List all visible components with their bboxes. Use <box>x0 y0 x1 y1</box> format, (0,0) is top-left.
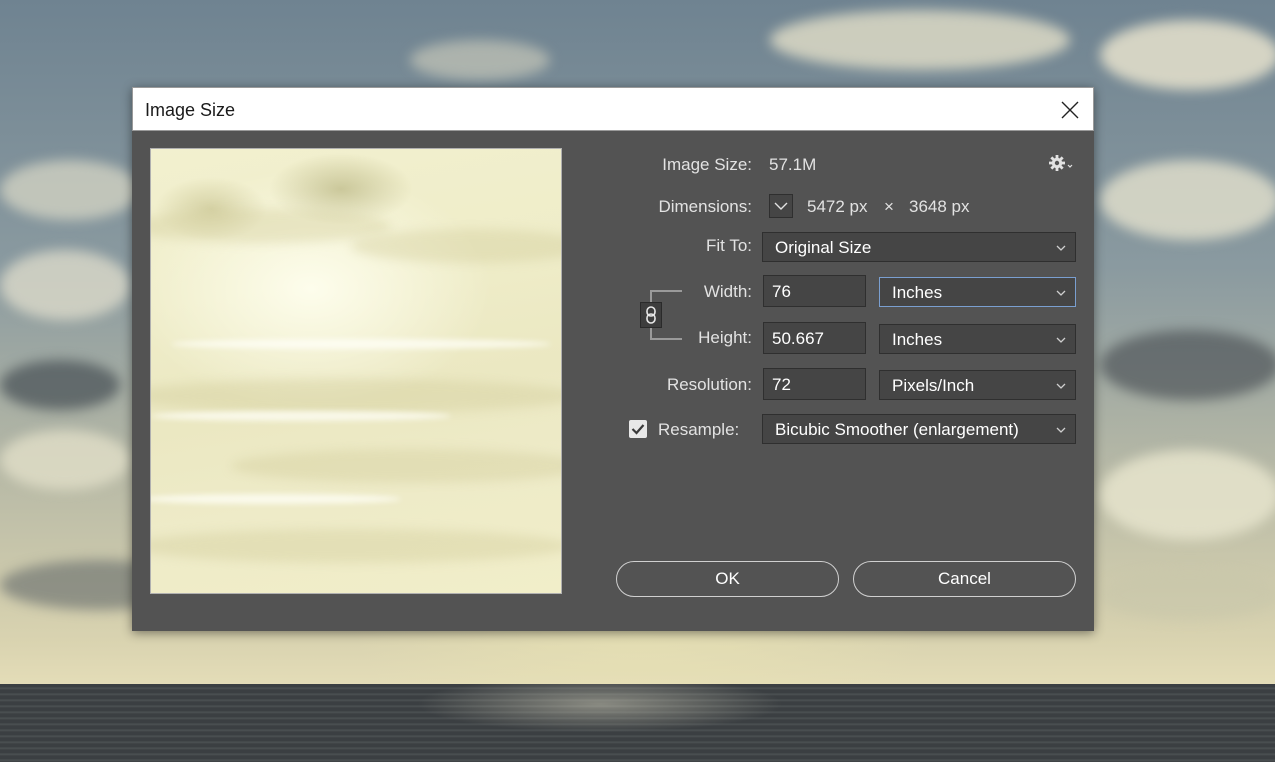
dialog-title: Image Size <box>145 100 236 120</box>
resolution-label: Resolution: <box>666 375 752 394</box>
fit-to-value: Original Size <box>775 238 872 257</box>
resolution-unit-dropdown[interactable]: Pixels/Inch <box>879 370 1076 400</box>
chevron-down-icon <box>774 202 788 210</box>
cloud-band <box>351 229 561 263</box>
resample-method-value: Bicubic Smoother (enlargement) <box>775 420 1019 439</box>
width-label: Width: <box>703 282 752 301</box>
fit-to-label: Fit To: <box>706 236 752 255</box>
dimensions-label: Dimensions: <box>658 197 752 216</box>
chevron-down-icon <box>1056 337 1066 343</box>
resolution-input[interactable]: 72 <box>763 368 866 400</box>
constrain-bracket-bottom <box>650 328 682 340</box>
width-input[interactable]: 76 <box>763 275 866 307</box>
cloud-band <box>151 529 561 563</box>
image-size-dialog: Image Size Image Size: 57.1M Dimensions:… <box>132 87 1094 631</box>
height-unit-dropdown[interactable]: Inches <box>879 324 1076 354</box>
sea <box>0 684 1275 762</box>
cloud <box>770 10 1070 70</box>
height-input[interactable]: 50.667 <box>763 322 866 354</box>
gear-icon <box>1049 155 1073 171</box>
image-size-label: Image Size: <box>662 155 752 174</box>
light-streak <box>171 339 551 349</box>
close-button[interactable] <box>1053 93 1087 127</box>
cloud <box>0 160 140 220</box>
settings-button[interactable] <box>1048 154 1074 174</box>
light-streak <box>151 494 401 504</box>
cloud <box>410 40 550 80</box>
dimensions-units-toggle[interactable] <box>769 194 793 218</box>
constrain-bracket-top <box>650 290 682 302</box>
image-preview[interactable] <box>150 148 562 594</box>
chevron-down-icon <box>1056 427 1066 433</box>
resample-checkbox[interactable] <box>629 420 647 438</box>
cloud <box>1100 330 1275 400</box>
cloud <box>0 430 130 490</box>
cloud <box>1100 570 1275 620</box>
cloud <box>1100 450 1275 540</box>
width-unit-value: Inches <box>892 283 943 302</box>
chevron-down-icon <box>1056 290 1066 296</box>
cancel-button[interactable]: Cancel <box>853 561 1076 597</box>
chevron-down-icon <box>1056 245 1066 251</box>
cloud-band <box>151 379 561 413</box>
close-icon <box>1061 101 1079 119</box>
dimensions-separator: × <box>884 197 894 216</box>
light-streak <box>151 411 451 421</box>
height-label: Height: <box>698 328 752 347</box>
checkmark-icon <box>631 424 645 435</box>
cloud <box>1100 160 1275 240</box>
chevron-down-icon <box>1056 383 1066 389</box>
width-unit-dropdown[interactable]: Inches <box>879 277 1076 307</box>
dimensions-height: 3648 px <box>909 197 970 216</box>
image-size-value: 57.1M <box>769 155 817 174</box>
resample-label: Resample: <box>658 420 740 439</box>
link-icon <box>646 306 656 324</box>
dialog-titlebar[interactable]: Image Size <box>132 87 1094 131</box>
cloud <box>0 360 120 410</box>
height-unit-value: Inches <box>892 330 943 349</box>
cloud <box>0 250 130 320</box>
resolution-unit-value: Pixels/Inch <box>892 376 975 395</box>
resample-method-dropdown[interactable]: Bicubic Smoother (enlargement) <box>762 414 1076 444</box>
fit-to-dropdown[interactable]: Original Size <box>762 232 1076 262</box>
ok-button[interactable]: OK <box>616 561 839 597</box>
constrain-proportions-button[interactable] <box>640 302 662 328</box>
dimensions-width: 5472 px <box>807 197 868 216</box>
cloud-band <box>151 209 391 243</box>
cloud-band <box>231 449 561 483</box>
cloud <box>1100 20 1275 90</box>
